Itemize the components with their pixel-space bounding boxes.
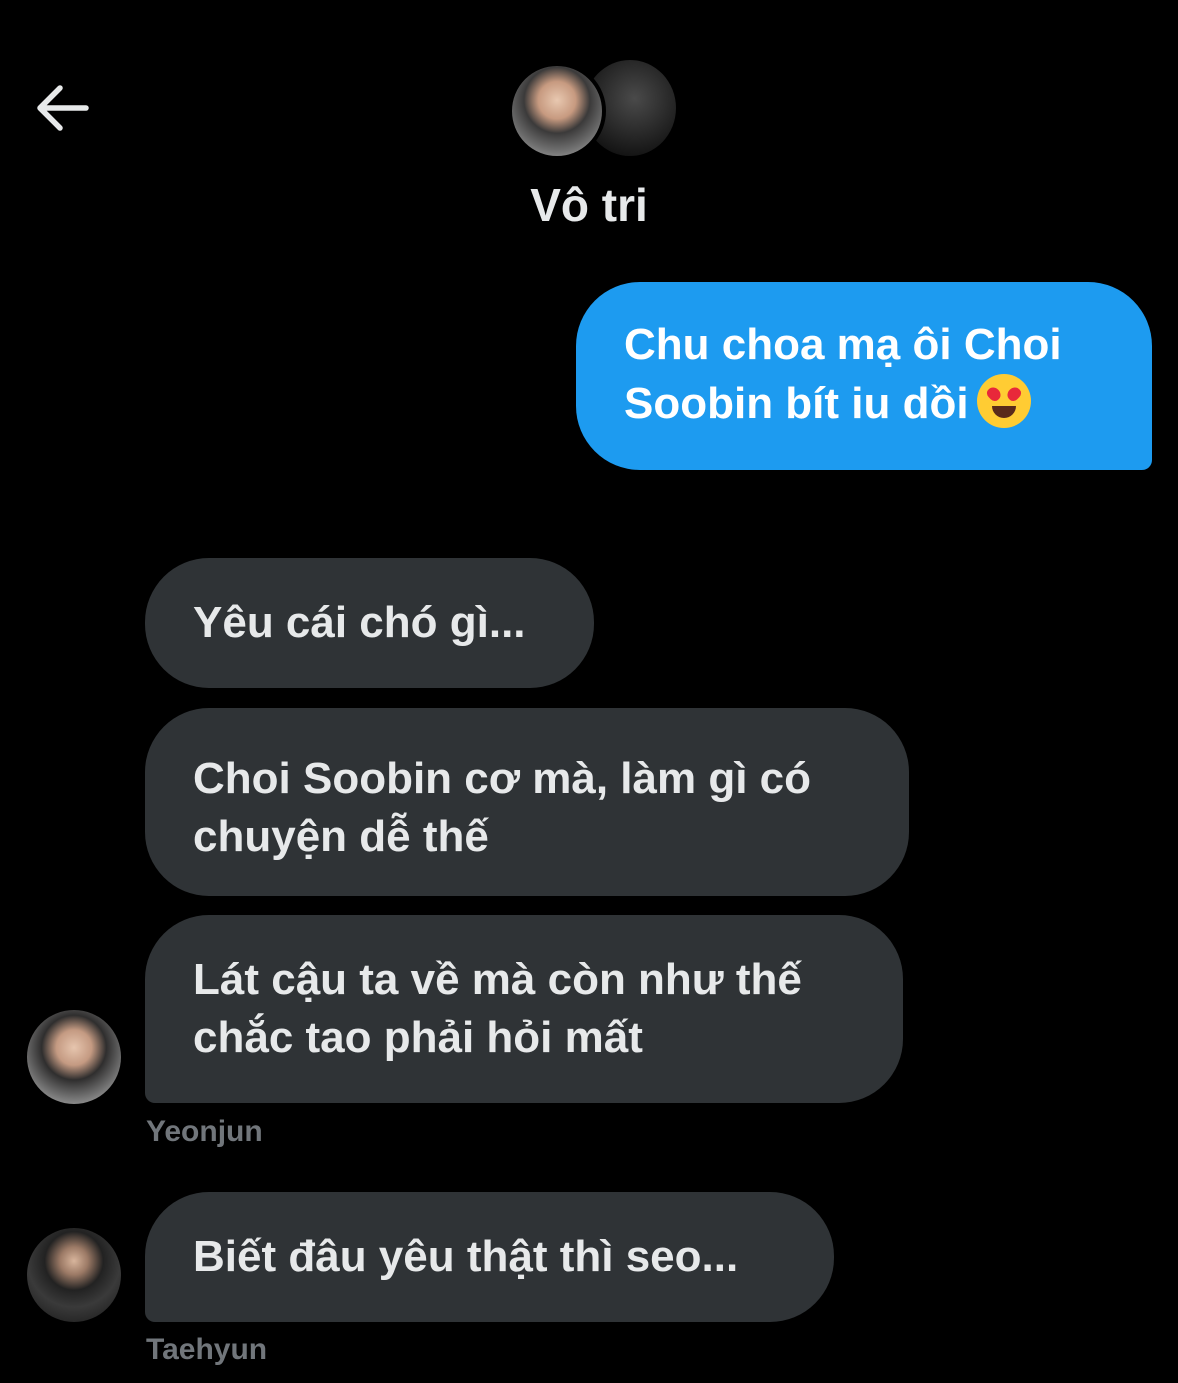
message-text: chắc tao phải hỏi mất [193,1013,643,1062]
sender-name[interactable]: Taehyun [146,1333,267,1367]
member-avatar-1 [508,62,606,160]
message-text: Choi Soobin cơ mà, làm gì có [193,754,812,803]
message-text: Yêu cái chó gì... [193,598,526,647]
conversation-title[interactable]: Vô tri [0,178,1178,232]
message-bubble-incoming[interactable]: Choi Soobin cơ mà, làm gì có chuyện dễ t… [145,708,909,896]
message-bubble-outgoing[interactable]: Chu choa mạ ôi Choi Soobin bít iu dồi [576,282,1152,470]
sender-name[interactable]: Yeonjun [146,1115,263,1149]
sender-avatar-taehyun[interactable] [27,1228,121,1322]
message-text: chuyện dễ thế [193,812,489,861]
message-text: Soobin bít iu dồi [624,379,969,428]
arrow-left-icon [37,85,89,131]
message-bubble-incoming[interactable]: Biết đâu yêu thật thì seo... [145,1192,834,1322]
message-bubble-incoming[interactable]: Lát cậu ta về mà còn như thế chắc tao ph… [145,915,903,1103]
message-text: Biết đâu yêu thật thì seo... [193,1232,739,1281]
back-button[interactable] [30,80,92,136]
group-avatar[interactable] [508,60,676,160]
message-bubble-incoming[interactable]: Yêu cái chó gì... [145,558,594,688]
message-text: Lát cậu ta về mà còn như thế [193,955,802,1004]
sender-avatar-yeonjun[interactable] [27,1010,121,1104]
heart-eyes-emoji [976,374,1031,428]
message-text: Chu choa mạ ôi Choi [624,320,1062,369]
